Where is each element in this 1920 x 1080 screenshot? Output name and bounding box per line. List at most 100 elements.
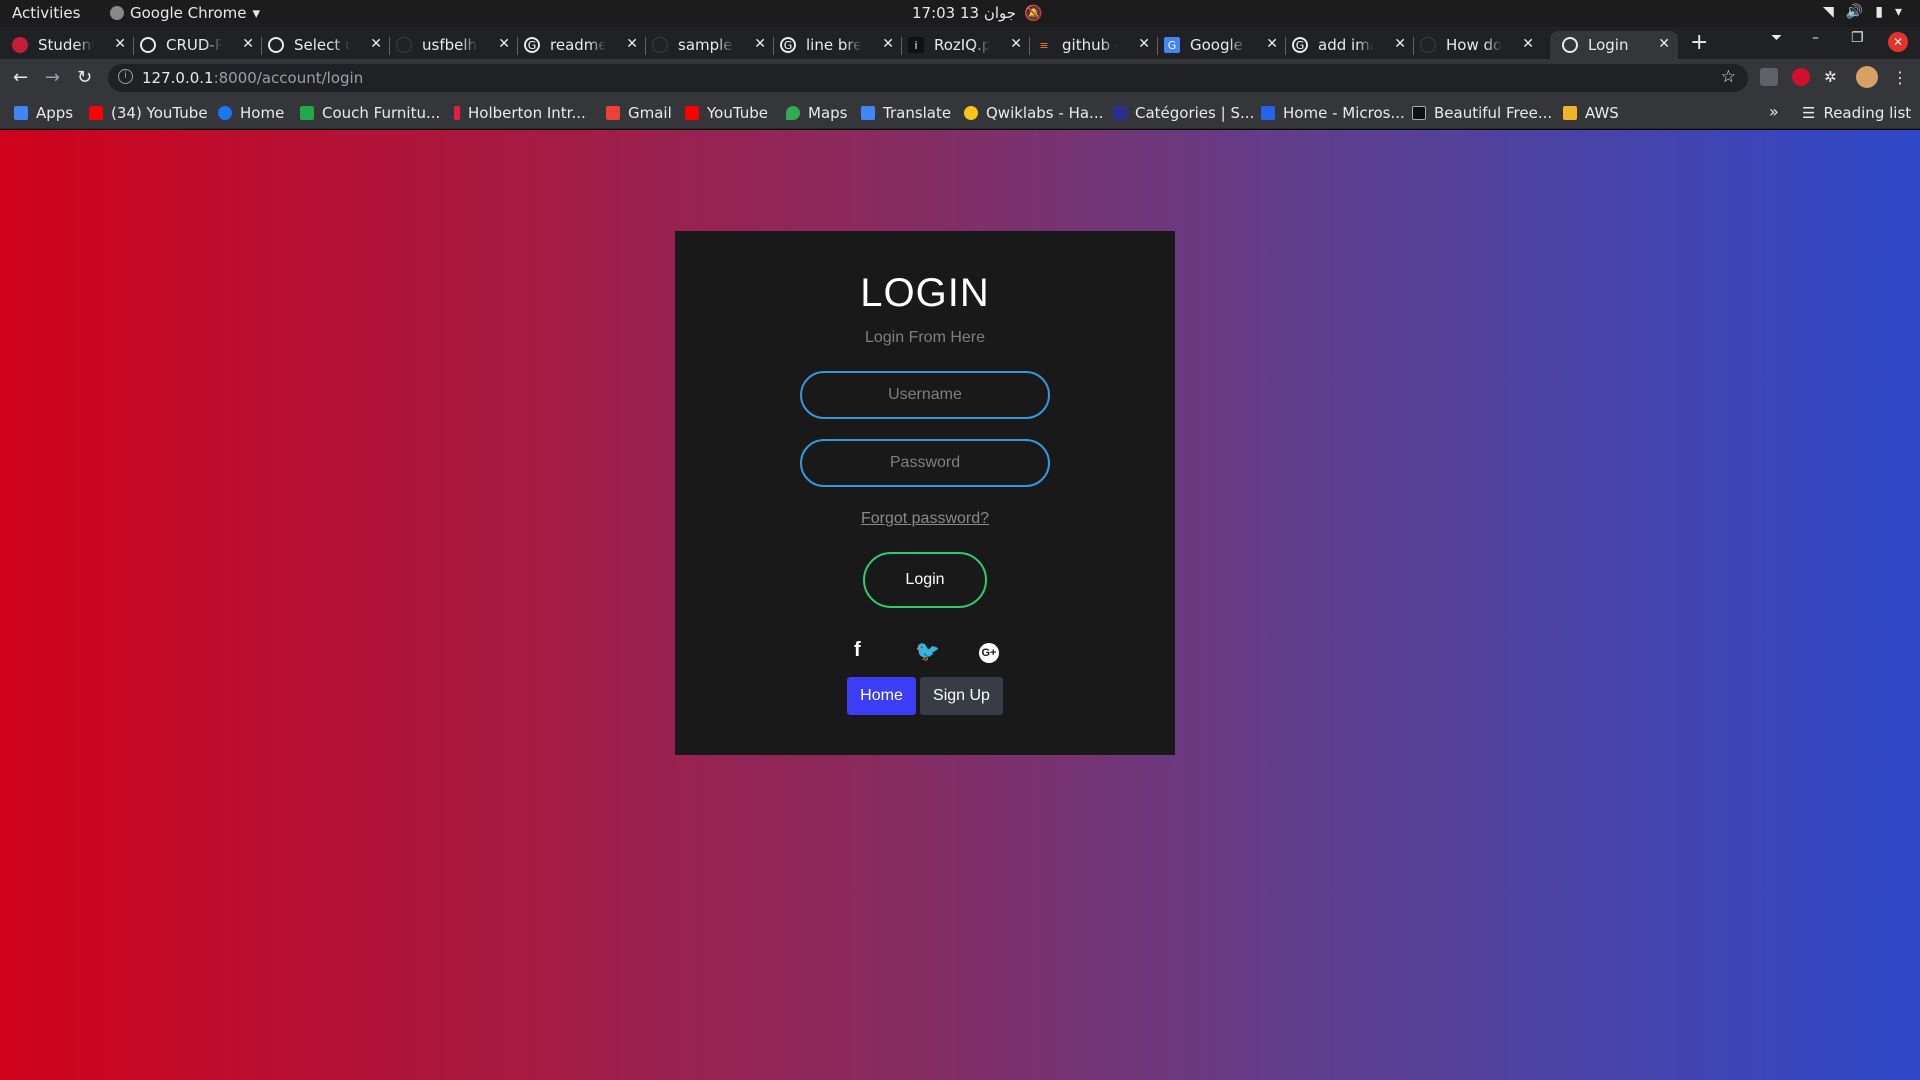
globe-icon [140, 37, 156, 53]
tab-label: usfbelha [422, 36, 478, 54]
bookmark-holberton[interactable]: Holberton Intr... [454, 104, 586, 122]
minimize-icon[interactable]: – [1812, 30, 1819, 46]
bookmark-home-microsoft[interactable]: Home - Micros... [1261, 104, 1405, 122]
back-icon[interactable]: ← [13, 67, 28, 88]
translate-icon: G [1164, 37, 1180, 53]
twitter-icon[interactable]: 🐦 [915, 639, 940, 664]
new-tab-button[interactable]: + [1690, 30, 1708, 55]
tab-separator [1413, 37, 1414, 55]
google-icon: G [1292, 37, 1308, 53]
bookmark-maps[interactable]: Maps [786, 104, 847, 122]
extension-red-icon[interactable] [1792, 68, 1810, 86]
tab-login[interactable]: Login ✕ [1550, 31, 1678, 59]
close-tab-icon[interactable]: ✕ [114, 36, 126, 52]
tab-crud[interactable]: CRUD-Pro ✕ [140, 31, 262, 59]
tab-github-stackoverflow[interactable]: ≡ github - h ✕ [1036, 31, 1158, 59]
kebab-menu-icon[interactable]: ⋮ [1892, 68, 1910, 87]
reload-icon[interactable]: ↻ [77, 67, 92, 88]
tab-select-user[interactable]: Select use ✕ [268, 31, 390, 59]
bookmark-translate[interactable]: Translate [861, 104, 951, 122]
more-bookmarks-icon[interactable]: » [1769, 102, 1779, 121]
translate-icon [861, 106, 875, 120]
tab-readme[interactable]: G readme fo ✕ [524, 31, 646, 59]
bookmark-star-icon[interactable]: ☆ [1721, 67, 1736, 87]
close-tab-icon[interactable]: ✕ [242, 36, 254, 52]
close-window-icon[interactable]: ✕ [1888, 32, 1908, 52]
close-tab-icon[interactable]: ✕ [498, 36, 510, 52]
app-menu[interactable]: Google Chrome ▾ [110, 4, 260, 22]
tab-line-break[interactable]: G line break ✕ [780, 31, 902, 59]
bookmark-categories[interactable]: Catégories | S... [1113, 104, 1254, 122]
tab-sample[interactable]: sample-c ✕ [652, 31, 774, 59]
puzzle-icon[interactable]: ✲ [1824, 68, 1842, 86]
tab-label: Google Tr [1190, 36, 1246, 54]
password-input[interactable] [800, 439, 1050, 487]
caret-down-icon: ▾ [1894, 4, 1902, 20]
close-tab-icon[interactable]: ✕ [754, 36, 766, 52]
close-tab-icon[interactable]: ✕ [1394, 36, 1406, 52]
bookmark-beautiful-free[interactable]: Beautiful Free... [1412, 104, 1552, 122]
close-tab-icon[interactable]: ✕ [1658, 36, 1670, 52]
bookmark-gmail[interactable]: Gmail [606, 104, 672, 122]
restore-icon[interactable]: ❐ [1851, 30, 1864, 46]
close-tab-icon[interactable]: ✕ [1266, 36, 1278, 52]
tab-label: sample-c [678, 36, 734, 54]
px-icon [300, 106, 314, 120]
address-bar[interactable]: i 127.0.0.1:8000/account/login ☆ [108, 64, 1748, 92]
tab-separator [389, 37, 390, 55]
tab-google-translate[interactable]: G Google Tr ✕ [1164, 31, 1286, 59]
tab-roziq[interactable]: i RozIQ.pn ✕ [908, 31, 1030, 59]
bookmark-qwiklabs[interactable]: Qwiklabs - Ha... [964, 104, 1103, 122]
login-button[interactable]: Login [863, 552, 987, 608]
bookmark-home[interactable]: Home [218, 104, 284, 122]
forgot-password-link[interactable]: Forgot password? [675, 510, 1175, 528]
google-icon: G [780, 37, 796, 53]
tab-separator [517, 37, 518, 55]
bookmark-label: AWS [1585, 104, 1619, 122]
reading-list-button[interactable]: ☰ Reading list [1802, 104, 1911, 122]
tab-strip: Student c ✕ CRUD-Pro ✕ Select use ✕ usfb… [0, 27, 1920, 59]
facebook-extension-icon[interactable] [1760, 68, 1778, 86]
tab-usfbelha[interactable]: usfbelha ✕ [396, 31, 518, 59]
close-tab-icon[interactable]: ✕ [370, 36, 382, 52]
tab-label: github - h [1062, 36, 1118, 54]
close-tab-icon[interactable]: ✕ [626, 36, 638, 52]
caret-down-icon: ▾ [252, 4, 261, 22]
tab-how-do-you[interactable]: How do y ✕ [1420, 31, 1542, 59]
forward-icon[interactable]: → [45, 67, 60, 88]
close-tab-icon[interactable]: ✕ [1138, 36, 1150, 52]
clock-label: 17:03 13 جوان [912, 4, 1017, 22]
close-tab-icon[interactable]: ✕ [1010, 36, 1022, 52]
google-plus-icon[interactable]: G+ [979, 643, 999, 663]
stackoverflow-icon: ≡ [1039, 38, 1049, 52]
close-tab-icon[interactable]: ✕ [1522, 36, 1534, 52]
bookmark-apps[interactable]: Apps [14, 104, 73, 122]
maps-pin-icon [786, 106, 800, 120]
bookmark-youtube[interactable]: YouTube [685, 104, 768, 122]
clock[interactable]: 17:03 13 جوان 🔕 [912, 4, 1043, 22]
activities-button[interactable]: Activities [12, 4, 80, 22]
battery-icon: ▮ [1875, 4, 1883, 20]
facebook-icon[interactable]: f [854, 639, 861, 662]
tab-separator [901, 37, 902, 55]
bookmark-youtube-34[interactable]: (34) YouTube [89, 104, 208, 122]
sign-up-button[interactable]: Sign Up [920, 677, 1003, 715]
system-tray[interactable]: ◥ 🔊 ▮ ▾ [1823, 4, 1902, 20]
bookmark-couch-furniture[interactable]: Couch Furnitu... [300, 104, 440, 122]
bookmark-aws[interactable]: AWS [1563, 104, 1619, 122]
reading-list-icon: ☰ [1802, 104, 1816, 122]
username-input[interactable] [800, 371, 1050, 419]
tab-separator [1285, 37, 1286, 55]
avatar[interactable] [1856, 66, 1878, 88]
unsplash-icon [1412, 106, 1426, 120]
bookmark-label: Beautiful Free... [1434, 104, 1553, 122]
close-tab-icon[interactable]: ✕ [882, 36, 894, 52]
tab-student[interactable]: Student c ✕ [12, 31, 134, 59]
tab-add-image[interactable]: G add imag ✕ [1292, 31, 1414, 59]
home-button[interactable]: Home [847, 677, 916, 715]
bookmark-label: Translate [883, 104, 952, 122]
site-info-icon[interactable]: i [118, 69, 133, 84]
tab-search-icon[interactable]: ⏷ [1771, 30, 1782, 46]
bookmark-label: Catégories | S... [1135, 104, 1255, 122]
wifi-icon: ◥ [1823, 4, 1834, 20]
